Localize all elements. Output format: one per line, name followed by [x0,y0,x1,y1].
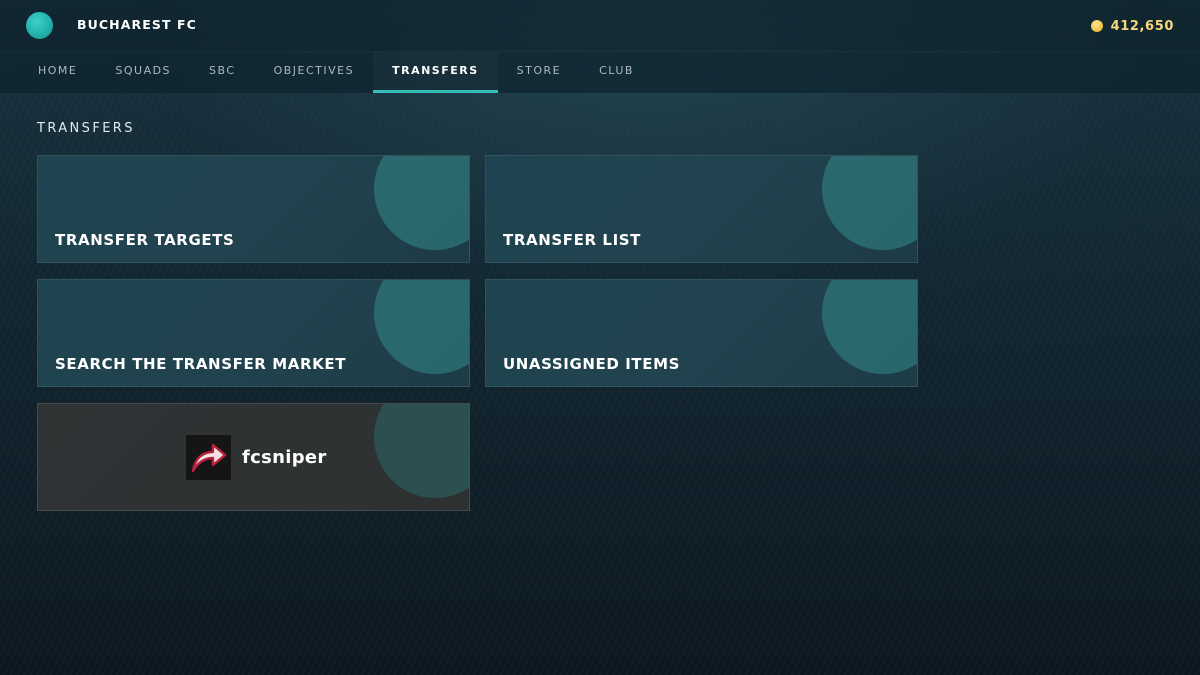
top-header: BUCHAREST FC 412,650 [0,0,1200,52]
tab-squads[interactable]: SQUADS [96,52,190,93]
search-transfer-market-tile[interactable]: SEARCH THE TRANSFER MARKET [37,279,470,387]
share-arrow-icon [186,435,231,480]
page-title: TRANSFERS [37,121,135,136]
tile-decoration [374,404,469,498]
tab-sbc[interactable]: SBC [190,52,255,93]
nav-tabs: HOME SQUADS SBC OBJECTIVES TRANSFERS STO… [19,52,653,93]
tile-label: TRANSFER LIST [503,231,641,249]
tile-label: TRANSFER TARGETS [55,231,235,249]
plugin-name: fcsniper [242,447,327,468]
tab-objectives[interactable]: OBJECTIVES [255,52,374,93]
coin-balance-value: 412,650 [1110,18,1174,34]
tab-transfers[interactable]: TRANSFERS [373,52,498,93]
tile-label: SEARCH THE TRANSFER MARKET [55,355,347,373]
fcsniper-tile[interactable]: fcsniper [37,403,470,511]
tile-decoration [374,156,469,250]
main-navigation: HOME SQUADS SBC OBJECTIVES TRANSFERS STO… [0,52,1200,93]
tab-home[interactable]: HOME [19,52,96,93]
transfer-targets-tile[interactable]: TRANSFER TARGETS [37,155,470,263]
tile-decoration [822,156,917,250]
transfer-list-tile[interactable]: TRANSFER LIST [485,155,918,263]
tab-club[interactable]: CLUB [580,52,653,93]
coin-balance: 412,650 [1090,17,1174,35]
unassigned-items-tile[interactable]: UNASSIGNED ITEMS [485,279,918,387]
plugin-content: fcsniper [186,435,327,480]
tile-decoration [822,280,917,374]
tab-store[interactable]: STORE [498,52,580,93]
tile-decoration [374,280,469,374]
coin-icon [1090,20,1103,32]
club-name: BUCHAREST FC [77,17,197,32]
club-badge-icon[interactable] [26,12,53,39]
tile-label: UNASSIGNED ITEMS [503,355,681,373]
